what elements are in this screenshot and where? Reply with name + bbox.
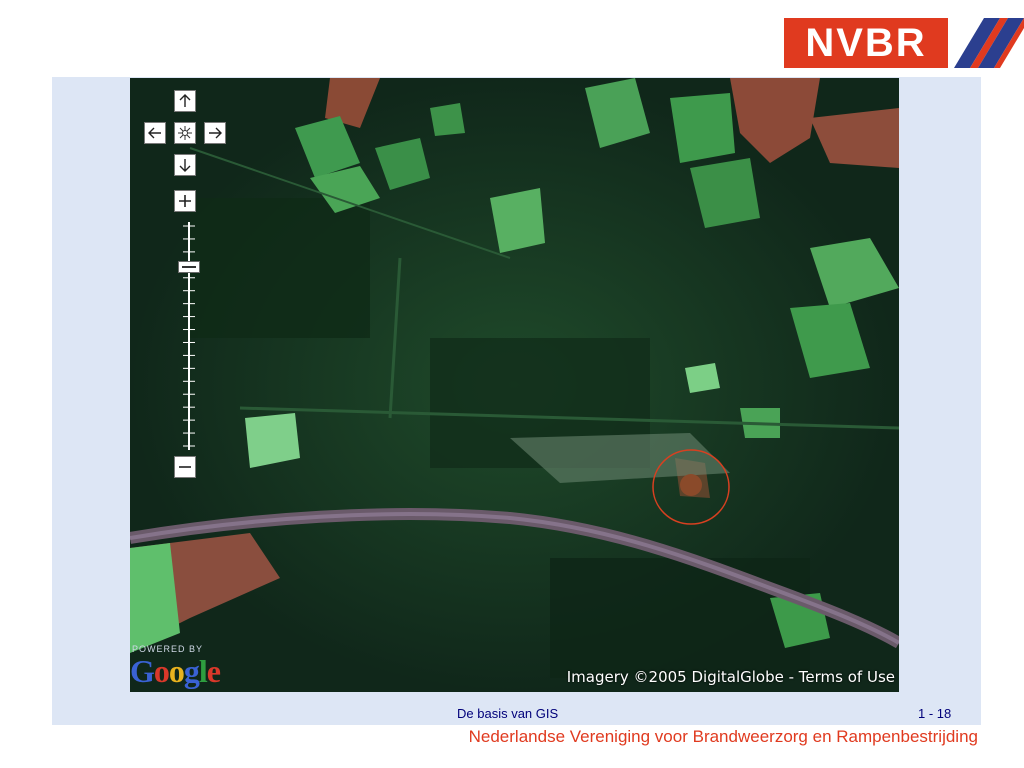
slide-page-number: 1 - 18	[918, 706, 952, 721]
recenter-icon	[178, 126, 192, 140]
google-letter: l	[198, 653, 208, 689]
arrow-left-icon	[148, 127, 161, 139]
zoom-slider[interactable]	[178, 222, 200, 450]
google-logo[interactable]: Google	[130, 653, 221, 690]
satellite-imagery[interactable]	[130, 78, 899, 692]
pan-down-button[interactable]	[174, 154, 196, 176]
google-letter: o	[168, 653, 185, 689]
google-letter: G	[130, 653, 155, 689]
plus-icon	[179, 195, 191, 207]
zoom-slider-handle[interactable]	[178, 261, 200, 273]
zoom-out-button[interactable]	[174, 456, 196, 478]
slide-footer-title: De basis van GIS	[457, 706, 559, 721]
terms-of-use-link[interactable]: Terms of Use	[799, 668, 895, 686]
nvbr-logo: NVBR	[784, 18, 1024, 68]
zoom-in-button[interactable]	[174, 190, 196, 212]
minus-icon	[179, 466, 191, 468]
google-letter: e	[206, 653, 221, 689]
organization-name: Nederlandse Vereniging voor Brandweerzor…	[468, 727, 978, 746]
zoom-slider-ticks	[183, 222, 195, 450]
logo-stripes-icon	[954, 18, 1024, 68]
arrow-down-icon	[179, 159, 191, 172]
arrow-right-icon	[209, 127, 222, 139]
pan-up-button[interactable]	[174, 90, 196, 112]
google-letter: g	[183, 653, 200, 689]
imagery-attribution: Imagery ©2005 DigitalGlobe - Terms of Us…	[567, 668, 895, 686]
google-letter: o	[153, 653, 170, 689]
logo-text: NVBR	[784, 18, 948, 68]
satellite-map[interactable]: POWERED BY Google Imagery ©2005 DigitalG…	[130, 78, 899, 692]
pan-left-button[interactable]	[144, 122, 166, 144]
arrow-up-icon	[179, 94, 191, 107]
attribution-text: Imagery ©2005 DigitalGlobe -	[566, 668, 799, 686]
pan-right-button[interactable]	[204, 122, 226, 144]
recenter-button[interactable]	[174, 122, 196, 144]
